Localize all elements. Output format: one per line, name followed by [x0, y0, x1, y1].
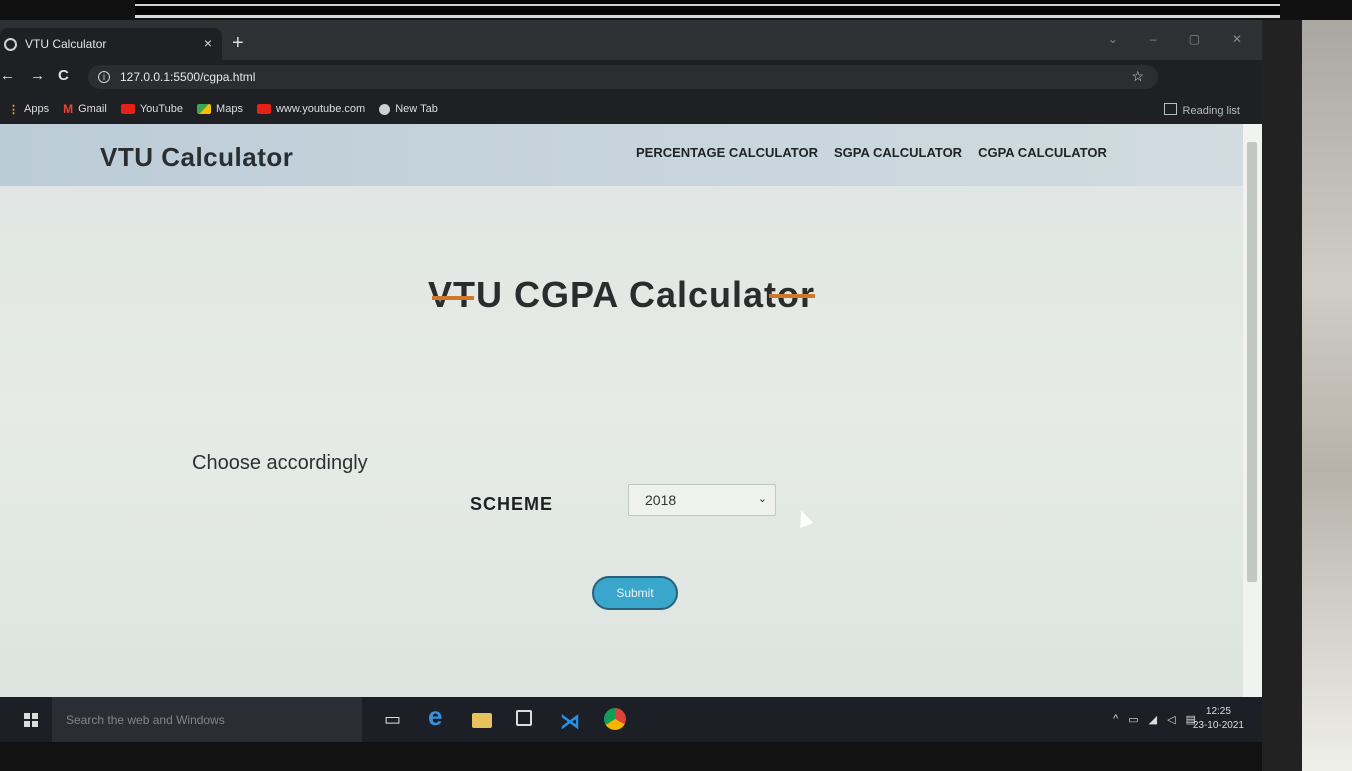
chevron-up-icon[interactable]: ^	[1113, 713, 1118, 726]
forward-icon[interactable]: →	[30, 67, 45, 84]
site-brand[interactable]: VTU Calculator	[100, 142, 293, 173]
bookmark-youtube[interactable]: YouTube	[120, 103, 183, 115]
apps-grid-icon: ⋮	[8, 103, 19, 116]
close-window-icon[interactable]: ✕	[1232, 32, 1242, 46]
reading-list-button[interactable]: Reading list	[1163, 103, 1240, 117]
monitor-bottom-bezel	[0, 742, 1262, 771]
system-tray: ^ ▭ ◢ ◁ ▤	[1113, 713, 1196, 726]
bookmark-apps[interactable]: ⋮ Apps	[8, 103, 49, 116]
task-view-icon[interactable]: ▭	[384, 709, 401, 730]
submit-button[interactable]: Submit	[592, 576, 678, 610]
monitor-bezel	[1262, 20, 1302, 771]
close-tab-icon[interactable]: ×	[204, 35, 212, 51]
back-icon[interactable]: ←	[0, 67, 15, 84]
url-text: 127.0.0.1:5500/cgpa.html	[120, 70, 256, 84]
mouse-cursor-icon	[794, 508, 814, 528]
clock-time: 12:25	[1205, 706, 1231, 717]
taskbar-clock[interactable]: 12:25 23-10-2021	[1193, 705, 1244, 733]
overhead-panel-edge	[135, 0, 1280, 18]
nav-link-cgpa[interactable]: CGPA CALCULATOR	[978, 145, 1107, 160]
chevron-down-icon: ⌄	[757, 493, 767, 505]
scheme-selected-value: 2018	[645, 492, 677, 508]
heading-accent-right	[769, 294, 816, 298]
bookmark-youtube-com[interactable]: www.youtube.com	[256, 103, 365, 115]
page-heading: VTU CGPA Calculator	[427, 274, 816, 316]
page-title: VTU CGPA Calculator	[427, 274, 816, 315]
youtube-icon	[120, 104, 135, 114]
reload-icon[interactable]: C	[58, 67, 69, 84]
bookmark-gmail[interactable]: M Gmail	[63, 102, 107, 116]
minimize-icon[interactable]: –	[1150, 32, 1157, 46]
nav-links: PERCENTAGE CALCULATOR SGPA CALCULATOR CG…	[636, 145, 1107, 160]
bookmark-maps[interactable]: Maps	[197, 103, 243, 115]
tab-title: VTU Calculator	[25, 37, 107, 51]
scrollbar-thumb[interactable]	[1247, 142, 1257, 582]
chrome-icon[interactable]	[604, 708, 626, 730]
info-icon[interactable]: i	[98, 71, 110, 83]
clock-date: 23-10-2021	[1192, 720, 1244, 731]
nav-link-percentage[interactable]: PERCENTAGE CALCULATOR	[636, 145, 818, 160]
monitor-screen: VTU Calculator × + ⌄ – ▢ ✕ ← → C i 127.0…	[0, 20, 1262, 742]
network-icon[interactable]: ◢	[1149, 713, 1157, 726]
store-icon[interactable]	[516, 710, 532, 726]
gmail-icon: M	[63, 102, 74, 116]
bookmark-star-icon[interactable]: ☆	[1131, 68, 1144, 85]
maps-icon	[197, 104, 212, 114]
volume-icon[interactable]: ◁	[1167, 713, 1175, 726]
reading-list-icon	[1163, 103, 1177, 115]
scheme-label: SCHEME	[470, 494, 554, 514]
window-controls: ⌄ – ▢ ✕	[1108, 32, 1242, 46]
web-page: VTU Calculator PERCENTAGE CALCULATOR SGP…	[0, 124, 1243, 697]
address-bar-row: ← → C i 127.0.0.1:5500/cgpa.html ☆ ✱ ⋮	[0, 60, 1262, 124]
windows-start-icon[interactable]	[24, 713, 38, 727]
favicon-icon	[4, 37, 17, 51]
bookmark-new-tab[interactable]: New Tab	[379, 103, 438, 115]
browser-tab[interactable]: VTU Calculator ×	[0, 28, 222, 60]
file-explorer-icon[interactable]	[472, 713, 492, 728]
bookmarks-bar: ⋮ Apps M Gmail YouTube Maps www.youtube.co…	[0, 94, 1262, 124]
nav-link-sgpa[interactable]: SGPA CALCULATOR	[834, 145, 962, 160]
page-heading-wrap: VTU CGPA Calculator	[0, 274, 1243, 316]
background-scene	[1262, 20, 1352, 771]
new-tab-button[interactable]: +	[232, 32, 244, 55]
choose-text: Choose accordingly	[192, 452, 368, 474]
taskbar-search-input[interactable]: Search the web and Windows	[52, 697, 362, 742]
battery-icon[interactable]: ▭	[1128, 713, 1138, 726]
url-input[interactable]: i 127.0.0.1:5500/cgpa.html ☆	[88, 65, 1158, 89]
site-navbar: VTU Calculator PERCENTAGE CALCULATOR SGP…	[0, 124, 1243, 186]
chevron-down-icon[interactable]: ⌄	[1108, 32, 1118, 46]
page-scrollbar[interactable]	[1243, 124, 1262, 697]
globe-icon	[379, 103, 391, 115]
heading-accent-left	[431, 296, 474, 300]
maximize-icon[interactable]: ▢	[1189, 32, 1200, 46]
youtube-icon	[256, 104, 271, 114]
edge-icon[interactable]: e	[428, 701, 442, 732]
windows-taskbar: Search the web and Windows ▭ e ⋊ ^ ▭ ◢ ◁…	[0, 697, 1262, 742]
scheme-select[interactable]: 2018 ⌄	[628, 484, 776, 516]
vscode-icon[interactable]: ⋊	[560, 709, 580, 734]
tab-strip: VTU Calculator × + ⌄ – ▢ ✕	[0, 20, 1262, 60]
